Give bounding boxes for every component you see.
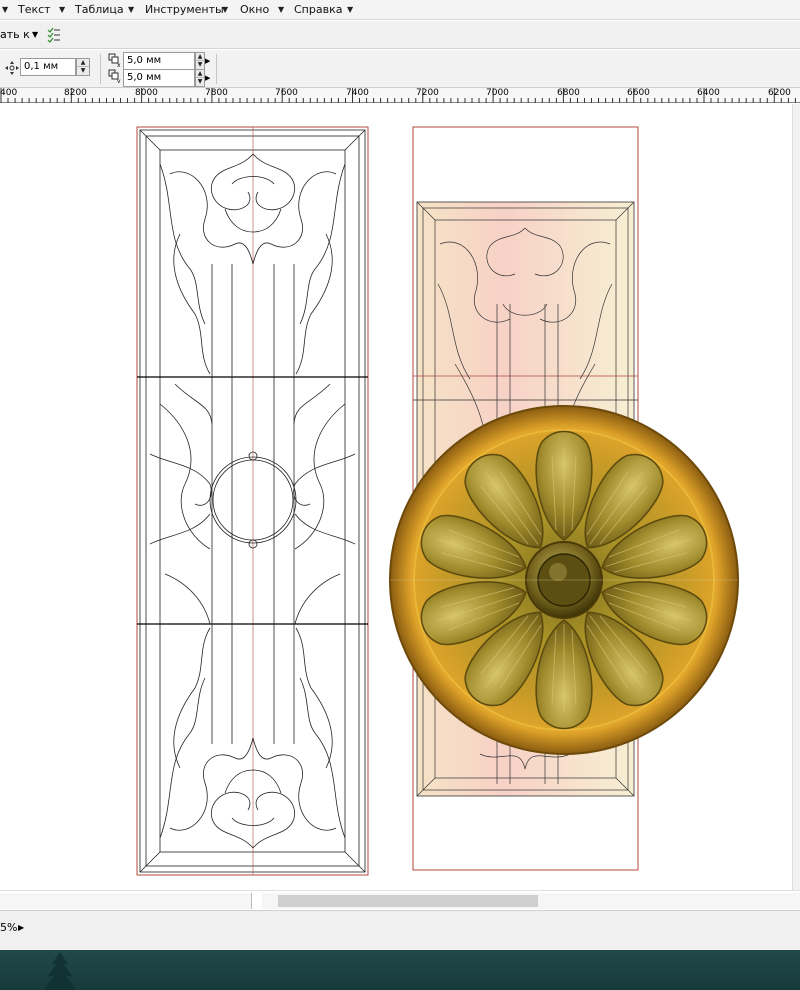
menu-arrow-icon[interactable]: ▼ xyxy=(222,2,228,18)
menu-arrow-icon[interactable]: ▼ xyxy=(59,2,65,18)
spin-up-icon[interactable]: ▲ xyxy=(196,53,204,61)
ruler-label: 6800 xyxy=(557,88,580,98)
spin-up-icon[interactable]: ▲ xyxy=(196,70,204,78)
toolbar-separator xyxy=(216,54,217,84)
arrow-right-icon[interactable]: ▶ xyxy=(18,921,24,935)
ruler-label: 6600 xyxy=(627,88,650,98)
ruler-label: 8200 xyxy=(64,88,87,98)
spin-down-icon[interactable]: ▼ xyxy=(196,61,204,69)
desktop-background xyxy=(0,950,800,990)
zoom-level: 5% xyxy=(0,921,18,934)
duplicate-y-input[interactable]: 5,0 мм xyxy=(123,69,195,87)
menu-item-tools[interactable]: Инструменты xyxy=(145,2,224,18)
nudge-spinner[interactable]: ▲ ▼ xyxy=(76,58,90,76)
ruler-label: 6400 xyxy=(697,88,720,98)
ruler-label: 7200 xyxy=(416,88,439,98)
nudge-distance-input[interactable]: 0,1 мм xyxy=(20,58,76,76)
ruler-label: 7600 xyxy=(275,88,298,98)
scroll-thumb[interactable] xyxy=(278,895,538,907)
duplicate-x-icon: x xyxy=(108,53,121,67)
nudge-icon xyxy=(5,61,19,75)
ruler-label: 7400 xyxy=(346,88,369,98)
standard-toolbar: ать к ▼ xyxy=(0,21,800,49)
options-list-icon[interactable] xyxy=(47,27,61,43)
arrow-right-icon[interactable]: ▶ xyxy=(205,69,210,87)
menu-arrow-icon[interactable]: ▼ xyxy=(278,2,284,18)
duplicate-y-icon: y xyxy=(108,69,121,83)
menu-arrow-icon[interactable]: ▼ xyxy=(347,2,353,18)
page-tabs-area[interactable] xyxy=(0,893,252,909)
canvas-drawing xyxy=(136,126,739,876)
duplicate-y-spinner[interactable]: ▲ ▼ xyxy=(195,69,205,87)
svg-text:x: x xyxy=(117,62,121,67)
menu-item-window[interactable]: Окно xyxy=(240,2,269,18)
menu-item-help[interactable]: Справка xyxy=(294,2,342,18)
horizontal-scrollbar-area: ‹ xyxy=(0,890,800,910)
spin-up-icon[interactable]: ▲ xyxy=(77,59,89,67)
duplicate-x-input[interactable]: 5,0 мм xyxy=(123,52,195,70)
menu-item-table[interactable]: Таблица xyxy=(75,2,124,18)
ruler-label: 7000 xyxy=(486,88,509,98)
horizontal-ruler[interactable]: 400 8200 8000 7800 7600 7400 7200 7000 6… xyxy=(0,88,800,103)
ruler-label: 7800 xyxy=(205,88,228,98)
duplicate-x-spinner[interactable]: ▲ ▼ xyxy=(195,52,205,70)
toolbar-separator xyxy=(100,54,101,84)
vertical-scrollbar[interactable] xyxy=(792,104,800,890)
status-bar: 5% ▶ xyxy=(0,910,800,950)
svg-text:y: y xyxy=(117,78,121,83)
rosette-medallion[interactable] xyxy=(389,405,739,755)
ruler-ticks xyxy=(0,88,796,103)
drawing-canvas[interactable] xyxy=(0,104,792,890)
menu-item-text[interactable]: Текст xyxy=(18,2,51,18)
ruler-label: 6200 xyxy=(768,88,791,98)
menu-bar: ▼ Текст ▼ Таблица ▼ Инструменты ▼ Окно ▼… xyxy=(0,0,800,20)
spin-down-icon[interactable]: ▼ xyxy=(196,78,204,86)
ruler-label: 8000 xyxy=(135,88,158,98)
menu-arrow-icon[interactable]: ▼ xyxy=(2,2,8,18)
ruler-label: 400 xyxy=(0,88,18,98)
snap-to-label[interactable]: ать к xyxy=(0,28,30,42)
chevron-down-icon[interactable]: ▼ xyxy=(32,28,38,42)
arrow-right-icon[interactable]: ▶ xyxy=(205,52,210,70)
menu-arrow-icon[interactable]: ▼ xyxy=(128,2,134,18)
spin-down-icon[interactable]: ▼ xyxy=(77,67,89,75)
tree-decoration-icon xyxy=(44,952,76,990)
left-panel-drawing[interactable] xyxy=(136,126,369,876)
property-bar: 0,1 мм ▲ ▼ x 5,0 мм ▲ ▼ ▶ y 5,0 мм ▲ ▼ ▶ xyxy=(0,50,800,88)
